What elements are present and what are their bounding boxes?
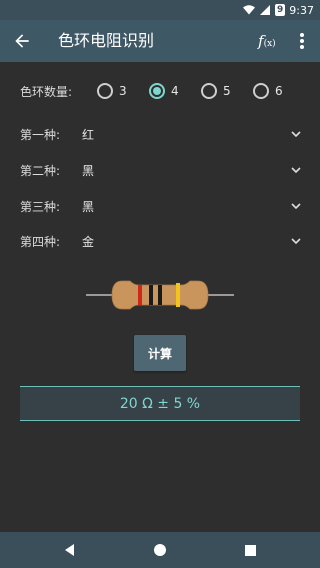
chevron-down-icon (291, 238, 301, 245)
band-count-label: 色环数量: (20, 85, 73, 99)
radio-label: 3 (119, 84, 127, 98)
radio-label: 4 (171, 84, 179, 98)
radio-label: 5 (223, 84, 231, 98)
band-3-select[interactable]: 黑 (76, 194, 306, 218)
app-bar: 色环电阻识别 f(x) (0, 20, 320, 62)
radio-option-5[interactable]: 5 (201, 81, 231, 101)
wifi-icon (243, 5, 256, 15)
resistor-illustration (86, 280, 234, 310)
chevron-down-icon (291, 203, 301, 210)
radio-circle[interactable] (97, 83, 113, 99)
triangle-back-icon[interactable] (60, 540, 80, 560)
resistor-band-4 (176, 283, 180, 307)
status-icons: 9 9:37 (243, 3, 314, 17)
radio-circle-checked[interactable] (149, 83, 165, 99)
fx-sub-label: (x) (263, 39, 276, 49)
status-bar: 9 9:37 (0, 0, 320, 20)
resistor-band-2 (149, 285, 153, 305)
band-row-3: 第三种: 黑 (0, 194, 320, 218)
band-row-1: 第一种: 红 (0, 122, 320, 146)
band-label: 第四种: (20, 235, 61, 249)
square-recents-icon[interactable] (240, 540, 260, 560)
band-count-row: 色环数量: 3 4 5 6 (0, 80, 320, 102)
radio-circle[interactable] (253, 83, 269, 99)
function-icon[interactable]: f(x) (258, 29, 280, 53)
arrow-left-icon[interactable] (12, 31, 32, 51)
navigation-bar (0, 532, 320, 568)
radio-circle[interactable] (201, 83, 217, 99)
result-box: 20 Ω ± 5 % (20, 386, 300, 421)
band-row-2: 第二种: 黑 (0, 158, 320, 182)
band-value: 黑 (82, 200, 95, 214)
circle-home-icon[interactable] (150, 540, 170, 560)
more-vert-icon[interactable] (294, 31, 310, 51)
resistor-band-3 (158, 285, 162, 305)
status-time: 9:37 (289, 3, 314, 17)
band-label: 第二种: (20, 164, 61, 178)
page-title: 色环电阻识别 (58, 31, 155, 50)
radio-option-4[interactable]: 4 (149, 81, 179, 101)
radio-option-6[interactable]: 6 (253, 81, 283, 101)
band-value: 黑 (82, 164, 95, 178)
battery-icon: 9 (275, 4, 286, 16)
band-value: 红 (82, 128, 95, 142)
radio-option-3[interactable]: 3 (97, 81, 127, 101)
band-4-select[interactable]: 金 (76, 229, 306, 253)
calculate-button[interactable]: 计算 (134, 335, 186, 371)
band-row-4: 第四种: 金 (0, 229, 320, 253)
chevron-down-icon (291, 167, 301, 174)
result-text: 20 Ω ± 5 % (119, 395, 201, 412)
band-1-select[interactable]: 红 (76, 122, 306, 146)
signal-icon (260, 5, 271, 15)
band-label: 第一种: (20, 128, 61, 142)
resistor-band-1 (138, 285, 142, 305)
band-2-select[interactable]: 黑 (76, 158, 306, 182)
band-label: 第三种: (20, 200, 61, 214)
band-value: 金 (82, 235, 95, 249)
radio-label: 6 (275, 84, 283, 98)
chevron-down-icon (291, 131, 301, 138)
